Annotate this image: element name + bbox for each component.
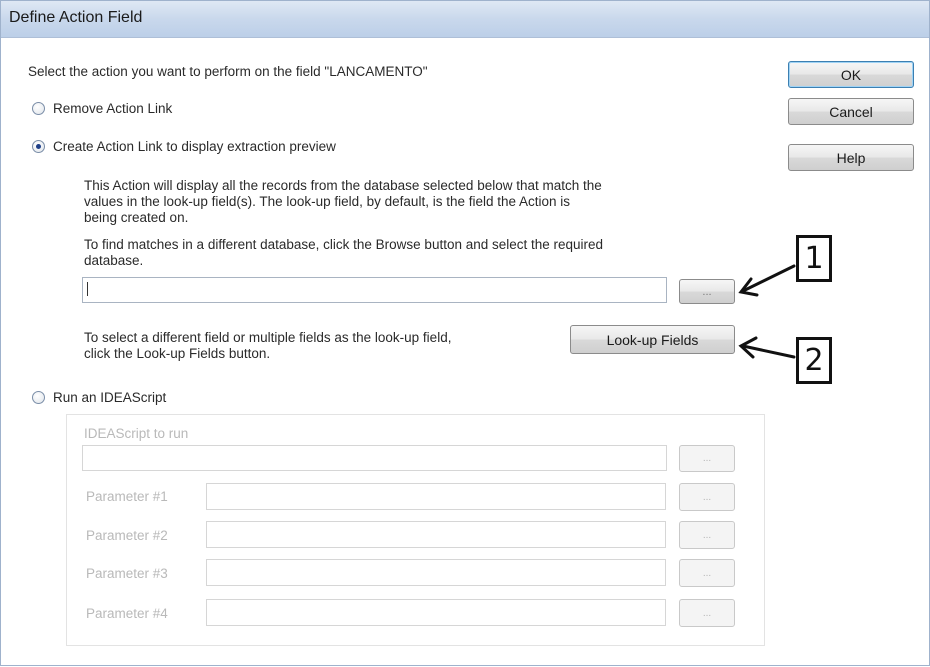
callout-2-badge: 2 bbox=[796, 337, 832, 384]
callout-1-badge: 1 bbox=[796, 235, 832, 282]
define-action-field-dialog: Define Action Field Select the action yo… bbox=[0, 0, 930, 666]
callout-arrows bbox=[738, 264, 796, 359]
